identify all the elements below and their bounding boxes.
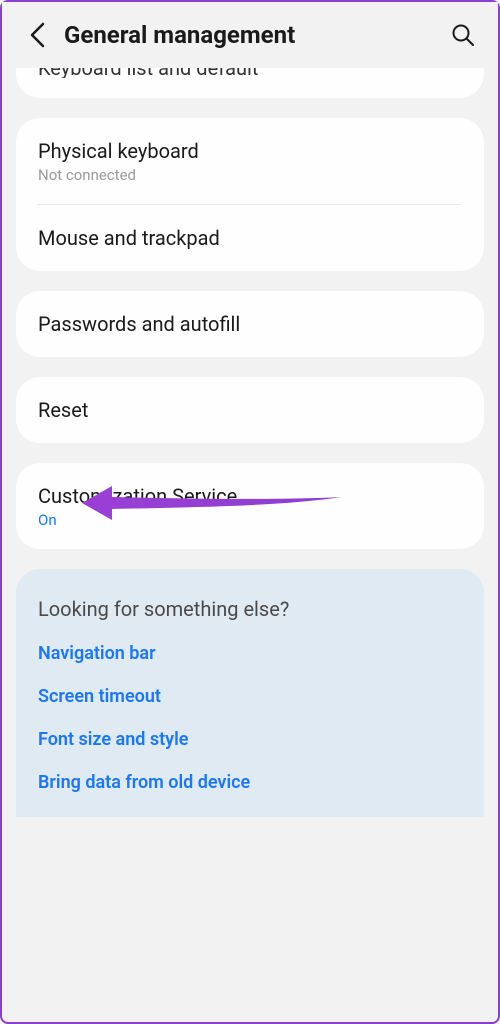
footer-link-font-size-style[interactable]: Font size and style xyxy=(38,729,462,750)
footer-link-navigation-bar[interactable]: Navigation bar xyxy=(38,643,462,664)
settings-item-customization-service[interactable]: Customization Service On xyxy=(16,463,484,549)
settings-card: Reset xyxy=(16,377,484,443)
search-button[interactable] xyxy=(448,20,478,50)
item-title: Customization Service xyxy=(38,483,462,509)
settings-item-passwords-autofill[interactable]: Passwords and autofill xyxy=(16,291,484,357)
item-subtitle: On xyxy=(38,511,462,529)
settings-item-partial[interactable]: Keyboard list and default xyxy=(38,68,462,78)
settings-card: Customization Service On xyxy=(16,463,484,549)
settings-card: Physical keyboard Not connected Mouse an… xyxy=(16,118,484,271)
footer-title: Looking for something else? xyxy=(38,597,462,621)
footer-link-bring-data[interactable]: Bring data from old device xyxy=(38,772,462,793)
chevron-left-icon xyxy=(28,21,46,49)
item-title: Physical keyboard xyxy=(38,138,462,164)
item-title: Mouse and trackpad xyxy=(38,225,462,251)
search-icon xyxy=(451,23,475,47)
page-title: General management xyxy=(64,21,448,49)
settings-card-partial: Keyboard list and default xyxy=(16,68,484,98)
footer-link-screen-timeout[interactable]: Screen timeout xyxy=(38,686,462,707)
item-subtitle: Not connected xyxy=(38,166,462,184)
settings-card: Passwords and autofill xyxy=(16,291,484,357)
settings-item-physical-keyboard[interactable]: Physical keyboard Not connected xyxy=(16,118,484,204)
settings-item-reset[interactable]: Reset xyxy=(16,377,484,443)
back-button[interactable] xyxy=(22,20,52,50)
header: General management xyxy=(2,2,498,68)
footer-card: Looking for something else? Navigation b… xyxy=(16,569,484,817)
item-title: Passwords and autofill xyxy=(38,311,462,337)
settings-item-mouse-trackpad[interactable]: Mouse and trackpad xyxy=(16,205,484,271)
item-title: Reset xyxy=(38,397,462,423)
